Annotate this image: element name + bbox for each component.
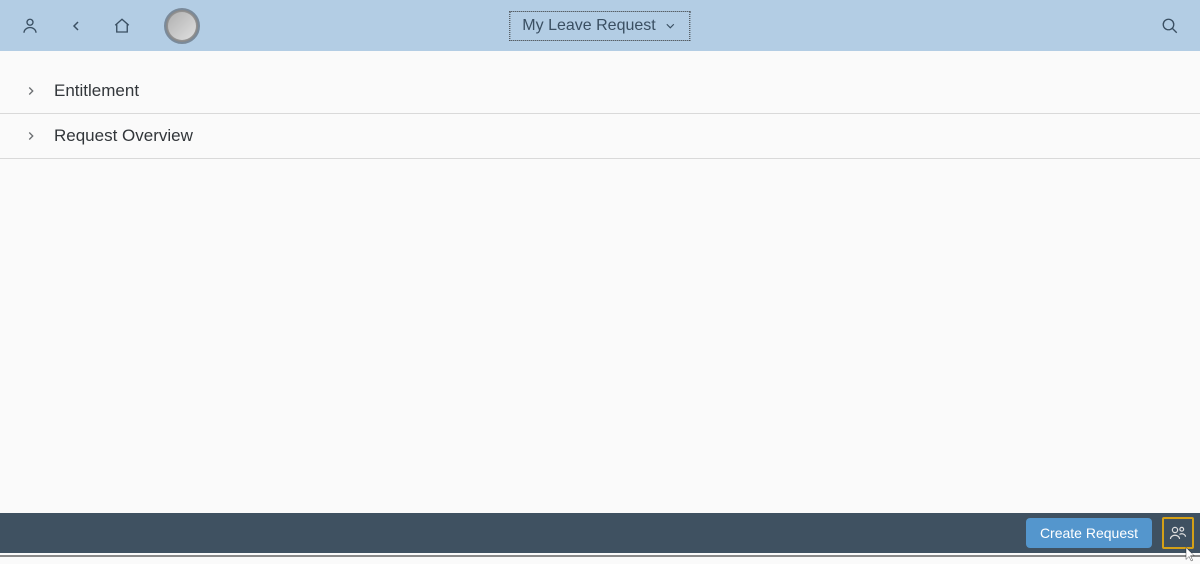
section-label: Request Overview (54, 126, 193, 146)
app-header: My Leave Request (0, 0, 1200, 51)
create-request-button[interactable]: Create Request (1026, 518, 1152, 548)
section-label: Entitlement (54, 81, 139, 101)
org-logo[interactable] (164, 8, 200, 44)
bottom-divider (0, 555, 1200, 557)
chevron-down-icon (664, 19, 678, 33)
page-title-dropdown[interactable]: My Leave Request (509, 11, 690, 41)
section-entitlement[interactable]: Entitlement (0, 69, 1200, 114)
back-icon[interactable] (66, 16, 86, 36)
team-calendar-button[interactable] (1162, 517, 1194, 549)
chevron-right-icon (24, 129, 38, 143)
header-left-group (20, 8, 200, 44)
page-title-text: My Leave Request (522, 17, 655, 35)
user-icon[interactable] (20, 16, 40, 36)
chevron-right-icon (24, 84, 38, 98)
home-icon[interactable] (112, 16, 132, 36)
footer-toolbar: Create Request (0, 513, 1200, 553)
content-area: Entitlement Request Overview (0, 51, 1200, 159)
people-icon (1169, 524, 1187, 542)
search-icon[interactable] (1160, 16, 1180, 36)
section-request-overview[interactable]: Request Overview (0, 114, 1200, 159)
header-right-group (1160, 16, 1180, 36)
